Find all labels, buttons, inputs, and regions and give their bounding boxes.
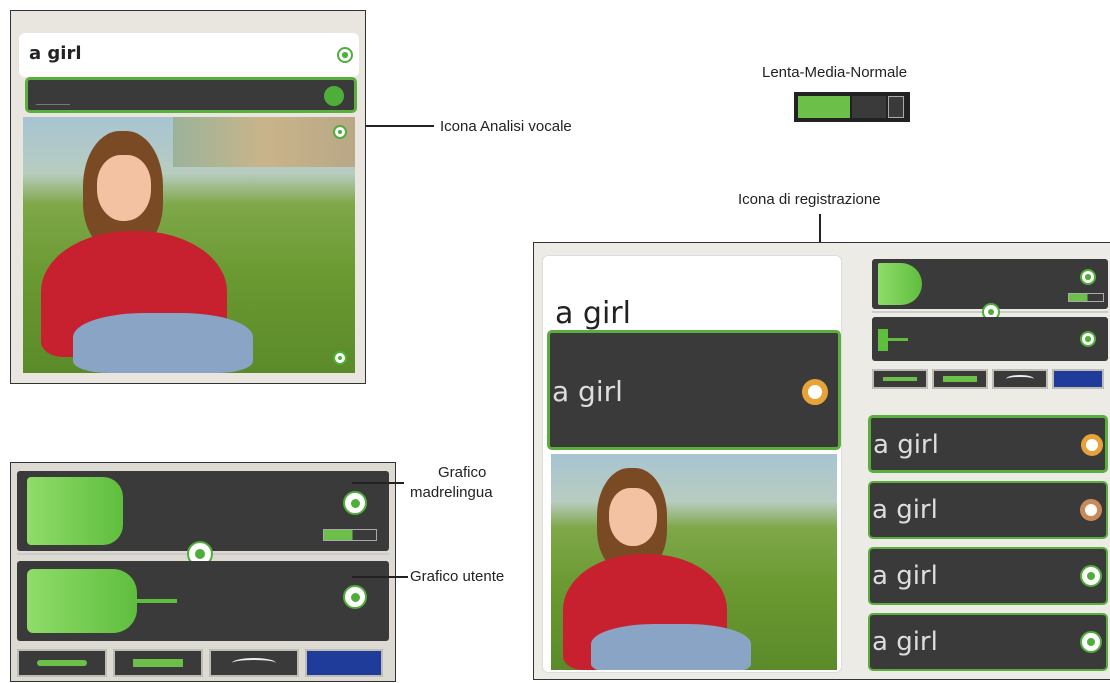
- contour-tab-icon[interactable]: [992, 369, 1048, 389]
- girl-jeans: [591, 624, 751, 670]
- speaker-icon[interactable]: [343, 585, 367, 609]
- girl-face: [97, 155, 151, 221]
- record-icon[interactable]: [802, 379, 828, 405]
- spectrum-tab-icon[interactable]: [305, 649, 383, 677]
- list-item[interactable]: a girl: [868, 481, 1108, 539]
- callout-record-icon: Icona di registrazione: [738, 191, 881, 208]
- list-item-label: a girl: [873, 430, 939, 460]
- list-item-label: a girl: [872, 561, 938, 591]
- callout-speed: Lenta-Media-Normale: [762, 64, 908, 81]
- waveform-tab-icon[interactable]: [17, 649, 107, 677]
- callout-user-graph: Grafico utente: [410, 568, 505, 585]
- graph-panel: [10, 462, 396, 682]
- native-speed-mini: [1068, 293, 1104, 302]
- speed-slow[interactable]: [798, 96, 850, 118]
- speaker-icon[interactable]: [1080, 269, 1096, 285]
- callout-speech-icon: Icona Analisi vocale: [440, 118, 572, 135]
- native-wave-shape: [27, 477, 123, 545]
- callout-native-graph-2: madrelingua: [410, 484, 493, 501]
- speed-normal[interactable]: [888, 96, 904, 118]
- speaker-icon[interactable]: [1080, 631, 1102, 653]
- word-card: a girl: [19, 33, 359, 77]
- voice-input-bar[interactable]: a girl: [547, 330, 841, 450]
- speed-medium[interactable]: [852, 96, 886, 118]
- user-wave-shape: [27, 569, 137, 633]
- word-card: a girl a girl: [542, 255, 842, 673]
- input-baseline: [36, 104, 70, 105]
- contour-tab-icon[interactable]: [209, 649, 299, 677]
- next-icon[interactable]: [333, 351, 347, 365]
- native-speed-mini: [323, 529, 377, 541]
- speaker-icon[interactable]: [343, 491, 367, 515]
- waveform-tab-icon[interactable]: [872, 369, 928, 389]
- graph-tabs: [872, 369, 1104, 389]
- user-waveform: [17, 561, 389, 641]
- user-wave-shape: [878, 329, 888, 351]
- callout-native-graph-1: Grafico: [438, 464, 487, 481]
- user-wave-tail: [888, 338, 908, 341]
- voice-input-bar[interactable]: [25, 77, 357, 113]
- user-wave-tail: [137, 599, 177, 603]
- native-waveform: [17, 471, 389, 551]
- graph-tabs: [17, 649, 383, 677]
- pitch-tab-icon[interactable]: [932, 369, 988, 389]
- speech-analysis-icon[interactable]: [333, 125, 347, 139]
- input-word: a girl: [552, 375, 623, 408]
- callout-line-speech: [366, 125, 434, 127]
- girl-photo: [23, 117, 355, 373]
- word-label: a girl: [29, 43, 82, 64]
- record-icon[interactable]: [1081, 434, 1103, 456]
- girl-jeans: [73, 313, 253, 373]
- girl-face: [609, 488, 657, 546]
- speaker-icon[interactable]: [337, 47, 353, 63]
- girl-photo: [551, 454, 837, 670]
- callout-line-native: [352, 482, 404, 484]
- record-icon[interactable]: [1080, 499, 1102, 521]
- speed-control[interactable]: [794, 92, 910, 122]
- callout-line-user: [352, 576, 408, 578]
- native-wave-shape: [878, 263, 922, 305]
- user-waveform: [872, 317, 1108, 361]
- list-item[interactable]: a girl: [868, 547, 1108, 605]
- lesson-panel-top-left: a girl: [10, 10, 366, 384]
- list-item[interactable]: a girl: [868, 613, 1108, 671]
- list-item-label: a girl: [872, 495, 938, 525]
- speaker-icon[interactable]: [1080, 565, 1102, 587]
- lesson-panel-right: a girl a girl a girl a girl a girl a gir…: [533, 242, 1110, 680]
- speech-analysis-icon[interactable]: [324, 86, 344, 106]
- list-item[interactable]: a girl: [868, 415, 1108, 473]
- speaker-icon[interactable]: [1080, 331, 1096, 347]
- list-item-label: a girl: [872, 627, 938, 657]
- spectrum-tab-icon[interactable]: [1052, 369, 1104, 389]
- pitch-tab-icon[interactable]: [113, 649, 203, 677]
- word-label: a girl: [555, 296, 631, 331]
- native-waveform: [872, 259, 1108, 309]
- bg-trees: [173, 117, 355, 167]
